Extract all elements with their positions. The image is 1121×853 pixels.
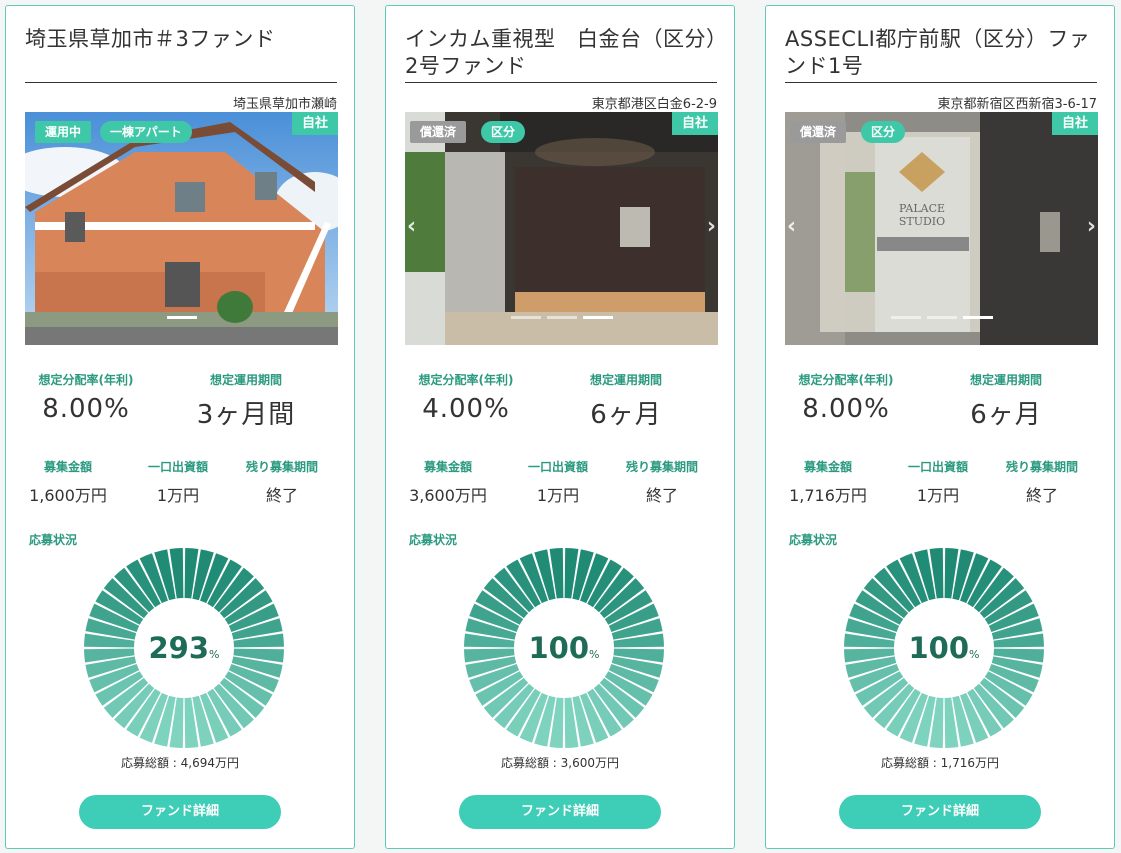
remaining-label: 残り募集期間	[1005, 460, 1078, 474]
min-unit-label: 一口出資額	[147, 460, 208, 474]
yield-label: 想定分配率(年利)	[418, 373, 514, 387]
fund-title[interactable]: ASSECLI都庁前駅（区分）ファンド1号	[785, 26, 1097, 80]
raise-amount-label: 募集金額	[43, 460, 92, 474]
svg-text:PALACE: PALACE	[899, 202, 945, 215]
percent-unit: %	[209, 648, 220, 661]
carousel-next-icon[interactable]: ›	[1087, 216, 1096, 238]
svg-text:STUDIO: STUDIO	[899, 215, 945, 228]
fund-address: 東京都新宿区西新宿3-6-17	[937, 97, 1097, 112]
property-photo[interactable]: 運用中 一棟アパート 自社	[25, 112, 338, 345]
type-badge: 区分	[481, 121, 526, 143]
apply-status-label: 応募状況	[789, 533, 838, 547]
apply-total: 応募総額 : 3,600万円	[500, 756, 620, 770]
apply-percent: 100%	[839, 631, 1049, 665]
apply-percent-value: 100	[528, 631, 590, 665]
fund-address: 埼玉県草加市瀬崎	[232, 97, 337, 112]
carousel-dot[interactable]	[510, 316, 541, 319]
period-value: 6ヶ月	[590, 400, 662, 430]
title-divider	[785, 82, 1097, 83]
carousel-prev-icon[interactable]: ‹	[787, 216, 796, 238]
apply-status-label: 応募状況	[409, 533, 458, 547]
title-divider	[25, 82, 337, 83]
period-value: 6ヶ月	[970, 400, 1042, 430]
carousel-dot[interactable]	[962, 316, 993, 319]
min-unit-value: 1万円	[156, 486, 200, 505]
type-badge: 区分	[861, 121, 906, 143]
yield-value: 4.00%	[422, 394, 510, 424]
fund-address: 東京都港区白金6-2-9	[591, 97, 717, 112]
own-company-badge: 自社	[1051, 112, 1098, 135]
carousel-dot[interactable]	[166, 316, 197, 319]
fund-title[interactable]: 埼玉県草加市＃3ファンド	[25, 26, 337, 53]
raise-amount-label: 募集金額	[803, 460, 852, 474]
status-badge: 償還済	[790, 121, 847, 143]
carousel-dots	[25, 304, 338, 323]
carousel-dots	[405, 304, 718, 323]
remaining-value: 終了	[265, 486, 298, 505]
apply-percent-value: 100	[908, 631, 970, 665]
carousel-next-icon[interactable]: ›	[707, 216, 716, 238]
title-divider	[405, 82, 717, 83]
carousel-dot[interactable]	[546, 316, 577, 319]
status-badge: 償還済	[410, 121, 467, 143]
yield-label: 想定分配率(年利)	[38, 373, 134, 387]
carousel-dots	[785, 304, 1098, 323]
min-unit-label: 一口出資額	[527, 460, 588, 474]
apply-total: 応募総額 : 1,716万円	[880, 756, 1000, 770]
fund-card-list: 埼玉県草加市＃3ファンド 埼玉県草加市瀬崎 運用中 一棟アパート 自社 想定分配…	[0, 0, 1121, 853]
carousel-dot[interactable]	[926, 316, 957, 319]
min-unit-value: 1万円	[536, 486, 580, 505]
own-company-badge: 自社	[291, 112, 338, 135]
raise-amount-value: 1,600万円	[29, 486, 107, 505]
fund-detail-button[interactable]: ファンド詳細	[79, 795, 281, 829]
min-unit-value: 1万円	[916, 486, 960, 505]
remaining-value: 終了	[1025, 486, 1058, 505]
period-value: 3ヶ月間	[196, 400, 296, 430]
fund-detail-button[interactable]: ファンド詳細	[839, 795, 1041, 829]
status-badge: 運用中	[35, 121, 92, 143]
apply-status-label: 応募状況	[29, 533, 78, 547]
apply-percent-value: 293	[148, 631, 210, 665]
yield-value: 8.00%	[42, 394, 130, 424]
remaining-value: 終了	[645, 486, 678, 505]
apply-total: 応募総額 : 4,694万円	[120, 756, 240, 770]
yield-label: 想定分配率(年利)	[798, 373, 894, 387]
remaining-label: 残り募集期間	[245, 460, 318, 474]
raise-amount-label: 募集金額	[423, 460, 472, 474]
percent-unit: %	[589, 648, 600, 661]
percent-unit: %	[969, 648, 980, 661]
period-label: 想定運用期間	[209, 373, 282, 387]
fund-card[interactable]: インカム重視型 白金台（区分）2号ファンド 東京都港区白金6-2-9 償還済 区…	[385, 5, 735, 849]
fund-card[interactable]: 埼玉県草加市＃3ファンド 埼玉県草加市瀬崎 運用中 一棟アパート 自社 想定分配…	[5, 5, 355, 849]
fund-detail-button[interactable]: ファンド詳細	[459, 795, 661, 829]
property-photo[interactable]: PALACE STUDIO 償還済 区分 自社 ‹ ›	[785, 112, 1098, 345]
apply-percent: 100%	[459, 631, 669, 665]
min-unit-label: 一口出資額	[907, 460, 968, 474]
fund-title[interactable]: インカム重視型 白金台（区分）2号ファンド	[405, 26, 717, 80]
raise-amount-value: 3,600万円	[409, 486, 487, 505]
yield-value: 8.00%	[802, 394, 890, 424]
remaining-label: 残り募集期間	[625, 460, 698, 474]
period-label: 想定運用期間	[589, 373, 662, 387]
type-badge: 一棟アパート	[100, 121, 192, 143]
carousel-prev-icon[interactable]: ‹	[407, 216, 416, 238]
property-photo[interactable]: 償還済 区分 自社 ‹ ›	[405, 112, 718, 345]
apply-percent: 293%	[79, 631, 289, 665]
fund-card[interactable]: ASSECLI都庁前駅（区分）ファンド1号 東京都新宿区西新宿3-6-17 PA…	[765, 5, 1115, 849]
period-label: 想定運用期間	[969, 373, 1042, 387]
carousel-dot[interactable]	[890, 316, 921, 319]
raise-amount-value: 1,716万円	[789, 486, 867, 505]
carousel-dot[interactable]	[582, 316, 613, 319]
own-company-badge: 自社	[671, 112, 718, 135]
